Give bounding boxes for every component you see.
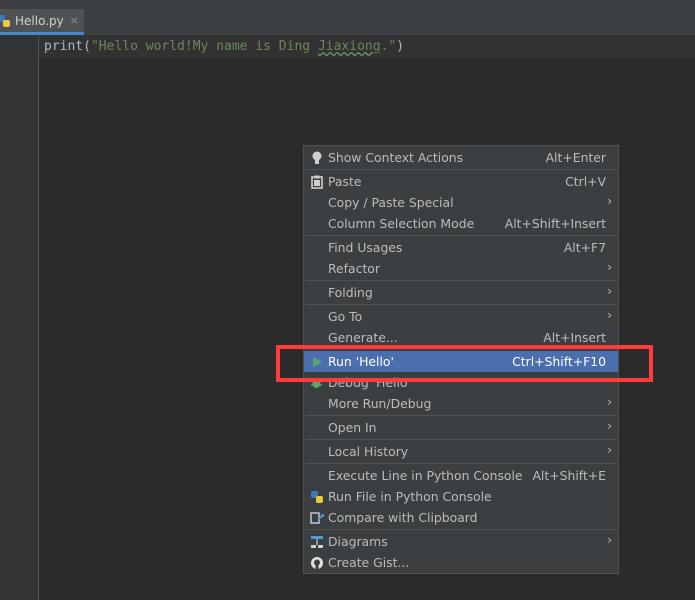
menu-item-label: Show Context Actions — [328, 150, 464, 165]
menu-item-find-usages[interactable]: Find Usages Alt+F7 — [304, 237, 618, 258]
menu-item-shortcut: Alt+Insert — [543, 330, 606, 345]
code-close-paren: ) — [396, 39, 405, 54]
submenu-arrow-icon: › — [607, 443, 612, 457]
menu-item-more-run-debug[interactable]: More Run/Debug › — [304, 393, 618, 414]
menu-item-label: Folding — [328, 285, 373, 300]
code-string-typo: Jiaxiong — [317, 39, 381, 54]
menu-separator — [305, 529, 617, 530]
menu-item-copy-paste-special[interactable]: Copy / Paste Special › — [304, 192, 618, 213]
menu-item-column-selection-mode[interactable]: Column Selection Mode Alt+Shift+Insert — [304, 213, 618, 234]
menu-separator — [305, 439, 617, 440]
menu-item-label: Execute Line in Python Console — [328, 468, 523, 483]
menu-item-label: Go To — [328, 309, 363, 324]
menu-item-label: Create Gist... — [328, 555, 410, 570]
menu-item-label: Compare with Clipboard — [328, 510, 478, 525]
diagram-icon — [309, 534, 324, 549]
menu-separator — [305, 463, 617, 464]
menu-separator — [305, 304, 617, 305]
menu-item-paste[interactable]: Paste Ctrl+V — [304, 171, 618, 192]
tab-close-icon[interactable]: × — [70, 14, 79, 27]
clipboard-icon — [309, 174, 324, 189]
compare-icon — [309, 510, 324, 525]
menu-item-refactor[interactable]: Refactor › — [304, 258, 618, 279]
menu-item-label: Open In — [328, 420, 377, 435]
code-string-1: "Hello world!My name is Ding — [90, 39, 318, 54]
github-icon — [309, 555, 324, 570]
menu-item-shortcut: Alt+Enter — [545, 150, 606, 165]
annotation-highlight-box — [276, 345, 653, 382]
menu-item-shortcut: Ctrl+V — [565, 174, 606, 189]
menu-item-label: Refactor — [328, 261, 380, 276]
code-func: print — [44, 39, 84, 54]
menu-item-label: Generate... — [328, 330, 398, 345]
python-file-icon — [0, 14, 11, 28]
tab-hello-py[interactable]: Hello.py × — [0, 9, 84, 35]
menu-item-run-file-console[interactable]: Run File in Python Console — [304, 486, 618, 507]
menu-item-shortcut: Alt+Shift+Insert — [504, 216, 606, 231]
lightbulb-icon — [309, 150, 324, 165]
menu-separator — [305, 235, 617, 236]
submenu-arrow-icon: › — [607, 419, 612, 433]
menu-item-shortcut: Alt+Shift+E — [532, 468, 606, 483]
menu-item-shortcut: Alt+F7 — [563, 240, 606, 255]
submenu-arrow-icon: › — [607, 308, 612, 322]
menu-item-show-context-actions[interactable]: Show Context Actions Alt+Enter — [304, 147, 618, 168]
menu-item-label: More Run/Debug — [328, 396, 432, 411]
submenu-arrow-icon: › — [607, 194, 612, 208]
code-open-paren: ( — [83, 39, 91, 54]
menu-item-label: Find Usages — [328, 240, 403, 255]
menu-item-diagrams[interactable]: Diagrams › — [304, 531, 618, 552]
python-icon — [309, 489, 324, 504]
menu-item-label: Column Selection Mode — [328, 216, 475, 231]
submenu-arrow-icon: › — [607, 533, 612, 547]
submenu-arrow-icon: › — [607, 395, 612, 409]
menu-item-go-to[interactable]: Go To › — [304, 306, 618, 327]
tab-label: Hello.py — [15, 13, 64, 28]
menu-item-label: Paste — [328, 174, 362, 189]
menu-separator — [305, 415, 617, 416]
submenu-arrow-icon: › — [607, 284, 612, 298]
editor-tab-bar: Hello.py × — [0, 9, 695, 36]
menu-item-local-history[interactable]: Local History › — [304, 441, 618, 462]
menu-item-execute-line-console[interactable]: Execute Line in Python Console Alt+Shift… — [304, 465, 618, 486]
line-number-gutter — [0, 36, 39, 600]
menu-item-label: Diagrams — [328, 534, 388, 549]
submenu-arrow-icon: › — [607, 260, 612, 274]
code-line-1[interactable]: print("Hello world!My name is Ding Jiaxi… — [44, 39, 404, 54]
menu-item-label: Local History — [328, 444, 409, 459]
menu-item-label: Copy / Paste Special — [328, 195, 454, 210]
menu-separator — [305, 169, 617, 170]
menu-item-open-in[interactable]: Open In › — [304, 417, 618, 438]
menu-item-label: Run File in Python Console — [328, 489, 492, 504]
menu-item-folding[interactable]: Folding › — [304, 282, 618, 303]
code-string-2: ." — [380, 39, 397, 54]
menu-item-compare-clipboard[interactable]: Compare with Clipboard — [304, 507, 618, 528]
menu-separator — [305, 280, 617, 281]
menu-item-create-gist[interactable]: Create Gist... — [304, 552, 618, 573]
title-bar-strip — [0, 0, 695, 9]
